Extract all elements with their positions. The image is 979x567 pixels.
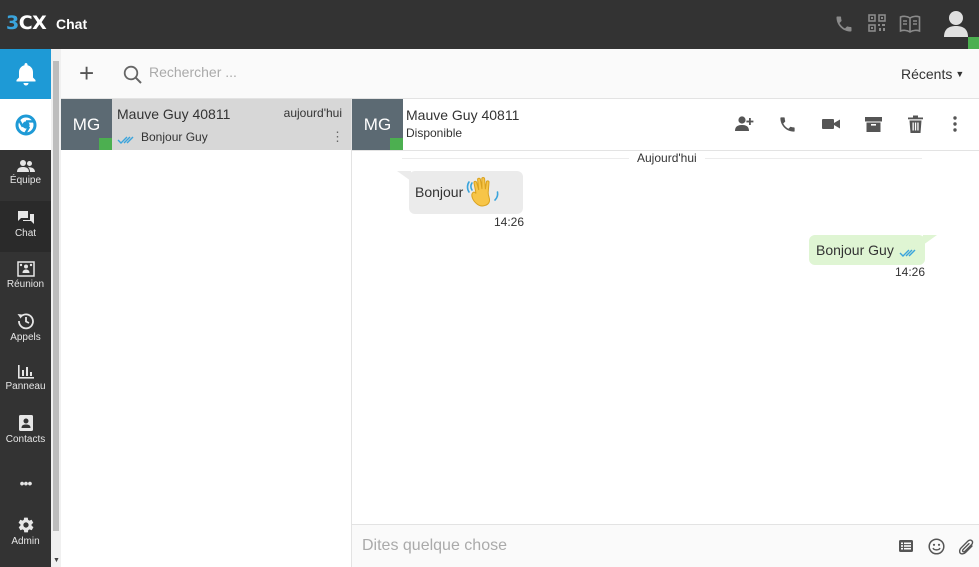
day-separator-label: Aujourd'hui (629, 151, 705, 165)
message-bubble-incoming[interactable]: Bonjour (397, 171, 523, 215)
message-text: Bonjour (415, 184, 464, 200)
conversation-list: MG Mauve Guy 40811 aujourd'hui Bonjour G… (61, 99, 352, 567)
call-button[interactable] (778, 115, 800, 137)
message-bubble-outgoing[interactable]: Bonjour Guy (809, 235, 937, 265)
nav-item-label: Appels (10, 332, 41, 343)
video-call-button[interactable] (821, 115, 843, 137)
attachment-icon (958, 539, 974, 555)
search-input[interactable] (149, 64, 449, 80)
chevron-down-icon: ▼ (955, 69, 965, 79)
nav-item-meeting[interactable]: Réunion (0, 252, 51, 303)
nav-item-label: Admin (11, 536, 40, 547)
archive-icon (865, 117, 882, 132)
template-button[interactable] (898, 538, 916, 556)
book-icon[interactable] (899, 14, 921, 36)
nav-item-panel[interactable]: Panneau (0, 354, 51, 405)
delete-button[interactable] (907, 115, 929, 137)
user-avatar-icon[interactable] (941, 9, 971, 39)
nav-item-label: Chat (14, 228, 37, 239)
chat-icon (17, 211, 34, 224)
read-receipt-icon (117, 132, 135, 150)
conversation-preview: Bonjour Guy (141, 130, 208, 144)
chrome-icon (15, 114, 36, 136)
conversation-time: aujourd'hui (283, 106, 342, 120)
emoji-icon (928, 538, 945, 555)
nav-item-chat[interactable]: Chat (0, 201, 51, 252)
nav-item-label: Équipe (9, 175, 42, 186)
meeting-icon (16, 261, 35, 277)
nav-item-admin[interactable]: Admin (0, 507, 51, 558)
add-participant-button[interactable] (734, 115, 756, 137)
nav-item-label: Contacts (5, 434, 46, 445)
template-icon (899, 540, 913, 552)
sort-dropdown[interactable]: Récents ▼ (901, 66, 964, 82)
more-vertical-icon[interactable]: ⋮ (331, 130, 344, 143)
chat-header: MG Mauve Guy 40811 Disponible (352, 99, 979, 151)
message-text: Bonjour Guy (816, 242, 894, 258)
nav-item-more[interactable]: ••• (0, 456, 51, 507)
read-receipt-icon (899, 245, 917, 263)
message-area: Aujourd'hui Bonjour 14:26 Bonjour Guy 14… (352, 151, 979, 524)
emoji-button[interactable] (928, 538, 946, 556)
contacts-icon (18, 415, 33, 431)
app-title: Chat (56, 16, 88, 32)
scrollbar-thumb[interactable] (53, 61, 59, 531)
scroll-down-arrow-icon[interactable]: ▼ (53, 557, 60, 564)
presence-status-indicator (99, 138, 112, 150)
presence-status-indicator (968, 37, 979, 49)
list-toolbar: + Récents▼ (61, 49, 979, 99)
browser-extension-button[interactable] (0, 99, 51, 150)
archive-button[interactable] (864, 115, 886, 137)
trash-icon (908, 115, 923, 133)
nav-item-label: Réunion (6, 279, 45, 290)
message-time: 14:26 (895, 265, 926, 279)
list-item[interactable]: MG Mauve Guy 40811 aujourd'hui Bonjour G… (61, 99, 351, 150)
nav-scrollbar[interactable]: ▼ (51, 49, 61, 567)
waving-hand-emoji-icon (465, 174, 501, 215)
nav-item-calls[interactable]: Appels (0, 303, 51, 354)
more-options-button[interactable] (952, 115, 974, 137)
more-vertical-icon (953, 116, 957, 132)
gear-icon (18, 517, 33, 533)
search-icon (123, 65, 143, 90)
more-icon: ••• (19, 475, 33, 491)
add-participant-icon (735, 116, 754, 131)
bell-icon (16, 63, 35, 86)
qr-code-icon[interactable] (868, 14, 890, 36)
phone-icon (780, 117, 795, 132)
conversation-name: Mauve Guy 40811 (117, 106, 231, 122)
left-nav: Équipe Chat Réunion Appels Panneau Conta… (0, 49, 51, 567)
day-separator: Aujourd'hui (352, 151, 979, 169)
compose-bar (352, 524, 979, 567)
bubble-tail (923, 235, 937, 245)
nav-item-label: Panneau (5, 381, 46, 392)
new-chat-button[interactable]: + (79, 60, 94, 86)
attachment-button[interactable] (958, 538, 976, 556)
logo: 3CX (6, 12, 47, 34)
team-icon (16, 160, 35, 172)
phone-icon[interactable] (834, 14, 856, 36)
bubble-tail (397, 171, 411, 181)
notifications-button[interactable] (0, 49, 51, 99)
contact-name: Mauve Guy 40811 (406, 107, 520, 123)
video-icon (822, 119, 840, 129)
top-bar: 3CX Chat (0, 0, 979, 49)
bar-chart-icon (17, 365, 34, 379)
message-input[interactable] (362, 537, 882, 555)
contact-status: Disponible (406, 126, 463, 140)
presence-status-indicator (390, 138, 403, 150)
sort-dropdown-label: Récents (901, 66, 953, 82)
nav-item-team[interactable]: Équipe (0, 150, 51, 201)
nav-item-contacts[interactable]: Contacts (0, 405, 51, 456)
message-time: 14:26 (494, 215, 525, 229)
history-icon (17, 313, 34, 330)
